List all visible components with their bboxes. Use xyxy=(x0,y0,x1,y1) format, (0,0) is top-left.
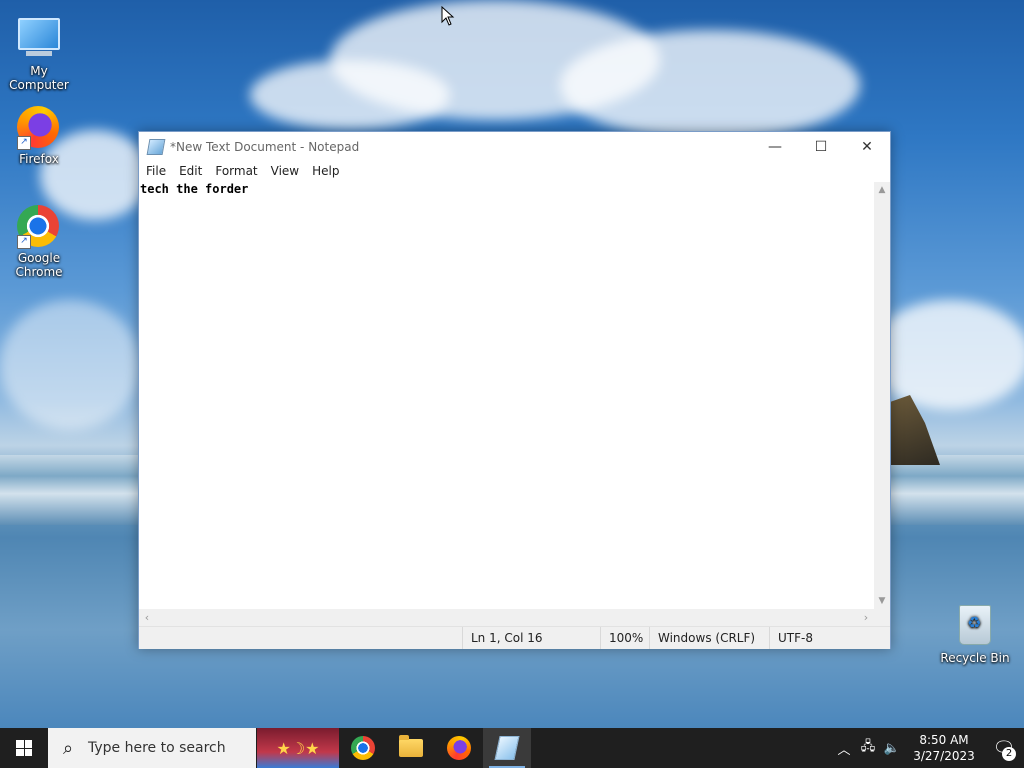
taskbar-firefox[interactable] xyxy=(435,728,483,768)
taskbar: ⌕ Type here to search ★☽★ ︿ 🖧 🔈 8:50 AM … xyxy=(0,728,1024,768)
search-icon: ⌕ xyxy=(62,737,74,759)
chrome-icon xyxy=(351,736,375,760)
minimize-button[interactable]: — xyxy=(752,132,798,161)
cloud xyxy=(0,300,140,430)
computer-icon xyxy=(17,18,61,62)
desktop-icon-firefox[interactable]: ↗ Firefox xyxy=(0,106,79,166)
menu-bar: File Edit Format View Help xyxy=(139,161,890,181)
desktop-icon-label: Recycle Bin xyxy=(940,651,1010,665)
scroll-down-icon[interactable]: ▼ xyxy=(874,593,890,609)
window-title: *New Text Document - Notepad xyxy=(170,139,360,154)
menu-format[interactable]: Format xyxy=(208,164,263,178)
scrollbar-corner xyxy=(874,609,890,626)
vertical-scrollbar[interactable]: ▲ ▼ xyxy=(874,182,890,609)
editor-content[interactable]: tech the forder xyxy=(140,182,248,196)
desktop-icon-my-computer[interactable]: My Computer xyxy=(0,12,79,92)
status-zoom: 100% xyxy=(600,627,651,649)
search-placeholder: Type here to search xyxy=(88,740,226,756)
menu-file[interactable]: File xyxy=(139,164,172,178)
menu-edit[interactable]: Edit xyxy=(172,164,208,178)
clock-time: 8:50 AM xyxy=(919,733,969,747)
network-icon[interactable]: 🖧 xyxy=(856,737,880,759)
shortcut-arrow-icon: ↗ xyxy=(17,235,31,249)
status-encoding: UTF-8 xyxy=(769,627,878,649)
notepad-icon xyxy=(494,736,520,760)
taskbar-search-box[interactable]: ⌕ Type here to search xyxy=(48,728,256,768)
desktop-icon-label: Firefox xyxy=(19,152,59,166)
windows-logo-icon xyxy=(16,740,32,756)
cloud xyxy=(250,60,450,130)
start-button[interactable] xyxy=(0,728,48,768)
taskbar-chrome[interactable] xyxy=(339,728,387,768)
cloud xyxy=(560,30,860,140)
clock-date: 3/27/2023 xyxy=(913,749,975,763)
desktop-icon-label: Google Chrome xyxy=(15,251,63,279)
notification-badge: 2 xyxy=(1002,747,1016,761)
maximize-button[interactable]: ☐ xyxy=(798,132,844,161)
shortcut-arrow-icon: ↗ xyxy=(17,136,31,150)
firefox-icon: ↗ xyxy=(17,106,61,150)
status-bar: Ln 1, Col 16 100% Windows (CRLF) UTF-8 xyxy=(139,626,890,649)
volume-icon[interactable]: 🔈 xyxy=(880,741,904,756)
notepad-icon xyxy=(146,138,166,155)
search-highlight-icon[interactable]: ★☽★ xyxy=(257,728,339,768)
desktop-icon-google-chrome[interactable]: ↗ Google Chrome xyxy=(0,205,79,279)
chevron-up-icon[interactable]: ︿ xyxy=(832,739,856,758)
cloud xyxy=(870,300,1024,410)
scroll-up-icon[interactable]: ▲ xyxy=(874,182,890,198)
taskbar-file-explorer[interactable] xyxy=(387,728,435,768)
desktop-icon-recycle-bin[interactable]: Recycle Bin xyxy=(935,602,1015,665)
system-tray: ︿ 🖧 🔈 8:50 AM 3/27/2023 🗨 2 xyxy=(832,728,1024,768)
firefox-icon xyxy=(447,736,471,760)
status-line-ending: Windows (CRLF) xyxy=(649,627,770,649)
desktop-icon-label: My Computer xyxy=(9,64,69,92)
scroll-right-icon[interactable]: › xyxy=(858,609,874,626)
chrome-icon: ↗ xyxy=(17,205,61,249)
notepad-window[interactable]: *New Text Document - Notepad — ☐ ✕ File … xyxy=(138,131,891,649)
taskbar-clock[interactable]: 8:50 AM 3/27/2023 xyxy=(904,732,984,764)
menu-view[interactable]: View xyxy=(264,164,305,178)
folder-icon xyxy=(399,735,423,757)
text-editor[interactable]: tech the forder xyxy=(139,182,874,609)
close-button[interactable]: ✕ xyxy=(844,132,890,161)
scroll-left-icon[interactable]: ‹ xyxy=(139,609,155,626)
menu-help[interactable]: Help xyxy=(305,164,345,178)
taskbar-notepad[interactable] xyxy=(483,728,531,768)
recycle-bin-icon xyxy=(953,605,997,649)
horizontal-scrollbar[interactable]: ‹ › xyxy=(139,609,874,626)
notification-center-button[interactable]: 🗨 2 xyxy=(984,728,1024,768)
status-cursor-position: Ln 1, Col 16 xyxy=(462,627,599,649)
title-bar[interactable]: *New Text Document - Notepad — ☐ ✕ xyxy=(139,132,890,161)
